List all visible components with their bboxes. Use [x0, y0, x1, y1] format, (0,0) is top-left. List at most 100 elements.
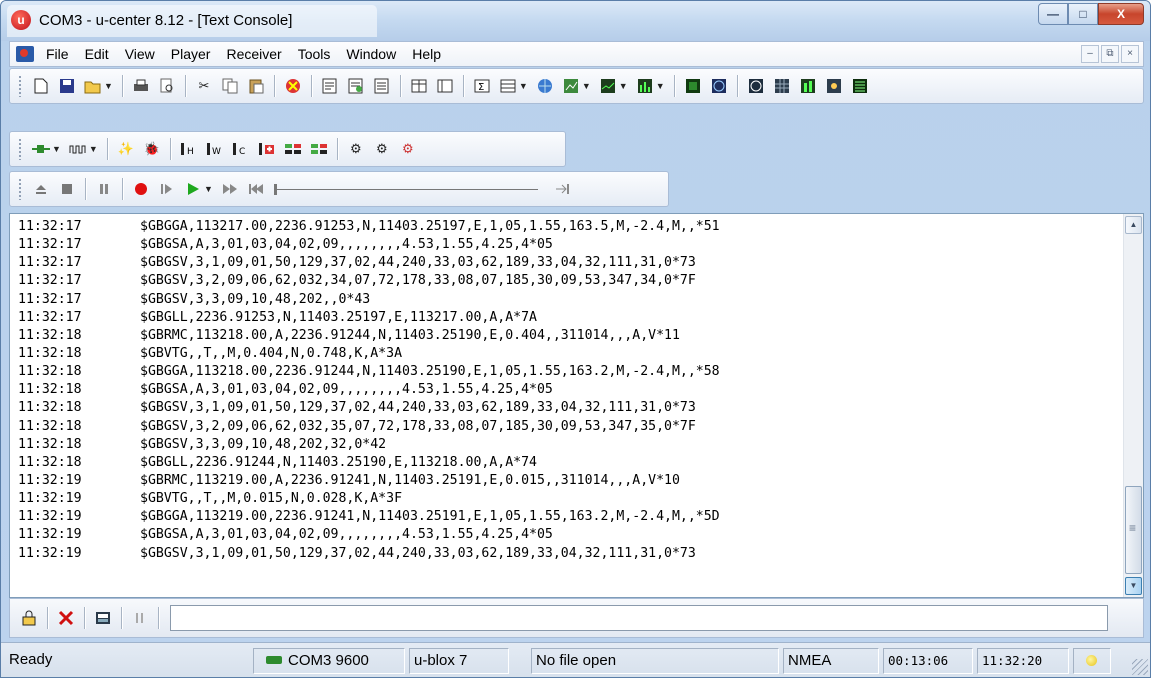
- scroll-up-button[interactable]: ▲: [1125, 216, 1142, 234]
- resize-grip[interactable]: [1132, 659, 1148, 675]
- title-bar[interactable]: u COM3 - u-center 8.12 - [Text Console] …: [1, 1, 1150, 41]
- console-message: $GBRMC,113219.00,A,2236.91241,N,11403.25…: [140, 472, 680, 488]
- menu-file[interactable]: File: [38, 43, 77, 65]
- fast-forward-icon[interactable]: [220, 179, 240, 199]
- chevron-down-icon[interactable]: ▼: [52, 144, 61, 154]
- wave-icon[interactable]: W: [205, 139, 225, 159]
- mdi-close-button[interactable]: ×: [1121, 45, 1139, 63]
- mdi-minimize-button[interactable]: –: [1081, 45, 1099, 63]
- chart-icon[interactable]: [561, 76, 581, 96]
- save-icon[interactable]: [57, 76, 77, 96]
- pause-log-icon[interactable]: [130, 608, 150, 628]
- menu-edit[interactable]: Edit: [77, 43, 117, 65]
- open-icon[interactable]: [83, 76, 103, 96]
- doc2-icon[interactable]: [346, 76, 366, 96]
- hex-icon[interactable]: H: [179, 139, 199, 159]
- scroll-down-button[interactable]: ▼: [1125, 577, 1142, 595]
- maximize-button[interactable]: □: [1068, 3, 1098, 25]
- stop-icon[interactable]: [283, 76, 303, 96]
- grid-icon[interactable]: [772, 76, 792, 96]
- gear2-icon[interactable]: ⚙: [372, 139, 392, 159]
- menu-tools[interactable]: Tools: [290, 43, 339, 65]
- end-icon[interactable]: [553, 179, 573, 199]
- toolbar-grip[interactable]: [18, 75, 22, 97]
- record-icon[interactable]: [131, 179, 151, 199]
- menu-help[interactable]: Help: [404, 43, 449, 65]
- table-icon[interactable]: [498, 76, 518, 96]
- menu-receiver[interactable]: Receiver: [218, 43, 289, 65]
- close-button[interactable]: X: [1098, 3, 1144, 25]
- gear3-icon[interactable]: ⚙: [398, 139, 418, 159]
- print-preview-icon[interactable]: [157, 76, 177, 96]
- keyboard-icon[interactable]: [93, 608, 113, 628]
- graph-icon[interactable]: [598, 76, 618, 96]
- console-line: 11:32:18 $GBVTG,,T,,M,0.404,N,0.748,K,A*3…: [18, 345, 1119, 363]
- panel-icon[interactable]: [435, 76, 455, 96]
- settings-icon[interactable]: [824, 76, 844, 96]
- chevron-down-icon[interactable]: ▼: [582, 81, 591, 91]
- scroll-thumb[interactable]: [1125, 486, 1142, 574]
- console-line: 11:32:18 $GBGSV,3,3,09,10,48,202,32,0*42: [18, 436, 1119, 454]
- chevron-down-icon[interactable]: ▼: [619, 81, 628, 91]
- chevron-down-icon[interactable]: ▼: [656, 81, 665, 91]
- baud-icon[interactable]: [68, 139, 88, 159]
- copy-icon[interactable]: [220, 76, 240, 96]
- list-icon[interactable]: [850, 76, 870, 96]
- text-console[interactable]: 11:32:17 $GBGGA,113217.00,2236.91253,N,11…: [9, 213, 1144, 598]
- bar-icon[interactable]: [635, 76, 655, 96]
- port-status[interactable]: COM3 9600: [253, 648, 405, 674]
- debug-icon[interactable]: 🐞: [142, 139, 162, 159]
- msg-icon[interactable]: [283, 139, 303, 159]
- vertical-scrollbar[interactable]: ▲ ▼: [1123, 214, 1143, 597]
- chevron-down-icon[interactable]: ▼: [89, 144, 98, 154]
- slider-icon[interactable]: [272, 179, 542, 199]
- doc3-icon[interactable]: [372, 76, 392, 96]
- paste-icon[interactable]: [246, 76, 266, 96]
- poll-icon[interactable]: [257, 139, 277, 159]
- config-icon[interactable]: C: [231, 139, 251, 159]
- lock-icon[interactable]: [19, 608, 39, 628]
- doc-icon[interactable]: [320, 76, 340, 96]
- chevron-down-icon[interactable]: ▼: [104, 81, 113, 91]
- cut-icon[interactable]: ✂: [194, 76, 214, 96]
- toolbar-grip[interactable]: [18, 138, 22, 160]
- chevron-down-icon[interactable]: ▼: [519, 81, 528, 91]
- meter-icon[interactable]: [798, 76, 818, 96]
- clear-icon[interactable]: [56, 608, 76, 628]
- document-menu-icon[interactable]: [16, 46, 34, 62]
- minimize-button[interactable]: —: [1038, 3, 1068, 25]
- connect-icon[interactable]: [31, 139, 51, 159]
- wizard-icon[interactable]: ✨: [116, 139, 136, 159]
- port-label: COM3 9600: [288, 652, 369, 669]
- eject-icon[interactable]: [31, 179, 51, 199]
- monitor-icon[interactable]: [683, 76, 703, 96]
- menu-view[interactable]: View: [117, 43, 163, 65]
- console-timestamp: 11:32:18: [18, 436, 82, 452]
- stop-square-icon[interactable]: [57, 179, 77, 199]
- rewind-icon[interactable]: [246, 179, 266, 199]
- gear1-icon[interactable]: ⚙: [346, 139, 366, 159]
- chevron-down-icon[interactable]: ▼: [204, 184, 213, 194]
- print-icon[interactable]: [131, 76, 151, 96]
- step-icon[interactable]: [157, 179, 177, 199]
- radar-icon[interactable]: [709, 76, 729, 96]
- menu-window[interactable]: Window: [338, 43, 404, 65]
- sigma-icon[interactable]: Σ: [472, 76, 492, 96]
- pause-icon[interactable]: [94, 179, 114, 199]
- console-line: 11:32:19 $GBGGA,113219.00,2236.91241,N,11…: [18, 508, 1119, 526]
- msg2-icon[interactable]: [309, 139, 329, 159]
- u-center-app-icon[interactable]: u: [11, 10, 31, 30]
- status-text: Ready: [9, 651, 53, 668]
- split-icon[interactable]: [409, 76, 429, 96]
- sky-icon[interactable]: [746, 76, 766, 96]
- command-input[interactable]: [170, 605, 1108, 631]
- menu-player[interactable]: Player: [163, 43, 219, 65]
- toolbar-separator: [121, 75, 123, 97]
- toolbar-grip[interactable]: [18, 178, 22, 200]
- globe-icon[interactable]: [535, 76, 555, 96]
- new-icon[interactable]: [31, 76, 51, 96]
- play-icon[interactable]: [183, 179, 203, 199]
- mdi-restore-button[interactable]: ⧉: [1101, 45, 1119, 63]
- console-line: 11:32:19 $GBGSA,A,3,01,03,04,02,09,,,,,,,…: [18, 526, 1119, 544]
- console-message: $GBGSV,3,3,09,10,48,202,,0*43: [140, 291, 371, 307]
